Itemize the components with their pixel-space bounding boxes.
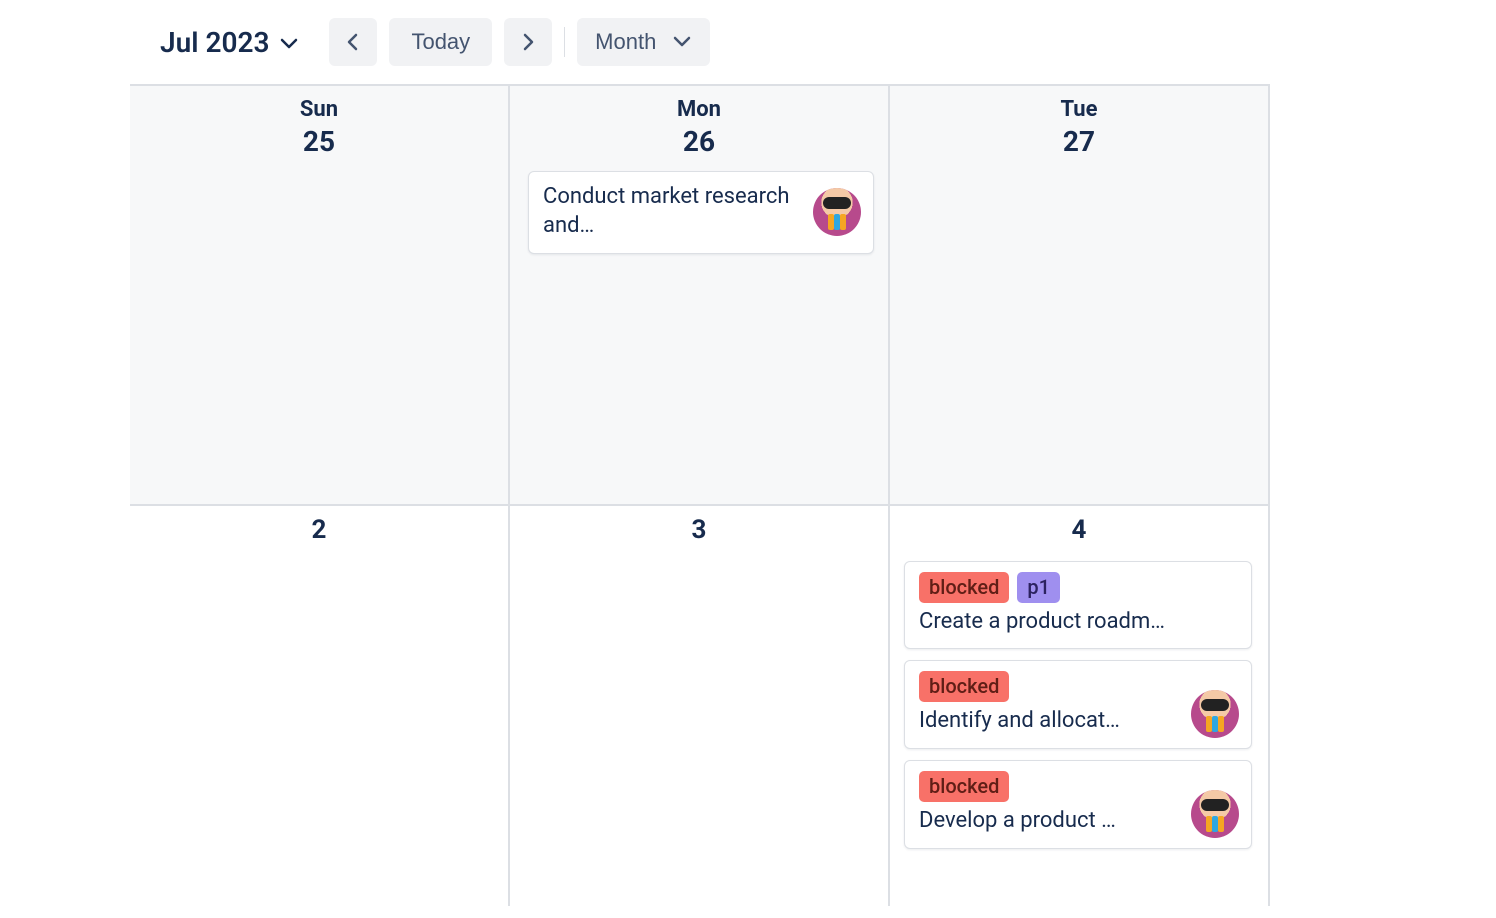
assignee-avatar[interactable] [1191, 790, 1239, 838]
label-p1[interactable]: p1 [1017, 572, 1060, 603]
event-card-title: Create a product roadm… [919, 607, 1237, 637]
today-button[interactable]: Today [389, 18, 492, 66]
day-number: 25 [130, 124, 508, 159]
calendar-week-row: Sun 25 Mon 26 Conduct market research an… [130, 86, 1270, 506]
calendar-cell-mon-3[interactable]: 3 [510, 506, 890, 906]
view-picker-label: Month [595, 29, 656, 55]
cell-header: 2 [130, 506, 508, 547]
day-of-week: Mon [510, 96, 888, 124]
event-card[interactable]: blocked Develop a product … [904, 760, 1252, 849]
calendar-grid: Sun 25 Mon 26 Conduct market research an… [130, 84, 1270, 906]
chevron-left-icon [343, 32, 363, 52]
calendar-cell-tue-27[interactable]: Tue 27 [890, 86, 1270, 506]
chevron-down-icon [672, 32, 692, 52]
next-button[interactable] [504, 18, 552, 66]
calendar-toolbar: Jul 2023 Today Month [0, 0, 1496, 84]
assignee-avatar[interactable] [1191, 690, 1239, 738]
cell-header: Tue 27 [890, 86, 1268, 159]
cell-cards: blocked p1 Create a product roadm… block… [890, 547, 1268, 849]
event-card-title: Identify and allocat… [919, 706, 1237, 736]
cell-header: Mon 26 [510, 86, 888, 159]
day-of-week: Sun [130, 96, 508, 124]
event-labels: blocked [919, 771, 1237, 802]
day-number: 2 [130, 514, 508, 547]
view-picker[interactable]: Month [577, 18, 710, 66]
prev-button[interactable] [329, 18, 377, 66]
today-button-label: Today [411, 29, 470, 55]
cell-header: Sun 25 [130, 86, 508, 159]
day-number: 4 [890, 514, 1268, 547]
calendar-cell-mon-26[interactable]: Mon 26 Conduct market research and… [510, 86, 890, 506]
label-blocked[interactable]: blocked [919, 572, 1009, 603]
chevron-down-icon [279, 34, 299, 54]
day-number: 27 [890, 124, 1268, 159]
chevron-right-icon [518, 32, 538, 52]
event-labels: blocked p1 [919, 572, 1237, 603]
label-blocked[interactable]: blocked [919, 671, 1009, 702]
cell-header: 3 [510, 506, 888, 547]
event-card-title: Conduct market research and… [543, 182, 859, 241]
event-card-title: Develop a product … [919, 806, 1237, 836]
calendar-cell-sun-2[interactable]: 2 [130, 506, 510, 906]
calendar-week-row: 2 3 4 blocked p1 Create a product roadm… [130, 506, 1270, 906]
toolbar-separator [564, 27, 565, 57]
calendar-cell-tue-4[interactable]: 4 blocked p1 Create a product roadm… blo… [890, 506, 1270, 906]
assignee-avatar[interactable] [813, 188, 861, 236]
calendar-cell-sun-25[interactable]: Sun 25 [130, 86, 510, 506]
month-label-text: Jul 2023 [160, 26, 269, 59]
day-number: 26 [510, 124, 888, 159]
day-of-week: Tue [890, 96, 1268, 124]
event-labels: blocked [919, 671, 1237, 702]
event-card[interactable]: Conduct market research and… [528, 171, 874, 254]
event-card[interactable]: blocked p1 Create a product roadm… [904, 561, 1252, 650]
cell-header: 4 [890, 506, 1268, 547]
day-number: 3 [510, 514, 888, 547]
label-blocked[interactable]: blocked [919, 771, 1009, 802]
event-card[interactable]: blocked Identify and allocat… [904, 660, 1252, 749]
month-picker[interactable]: Jul 2023 [160, 26, 317, 59]
cell-cards: Conduct market research and… [510, 159, 888, 254]
